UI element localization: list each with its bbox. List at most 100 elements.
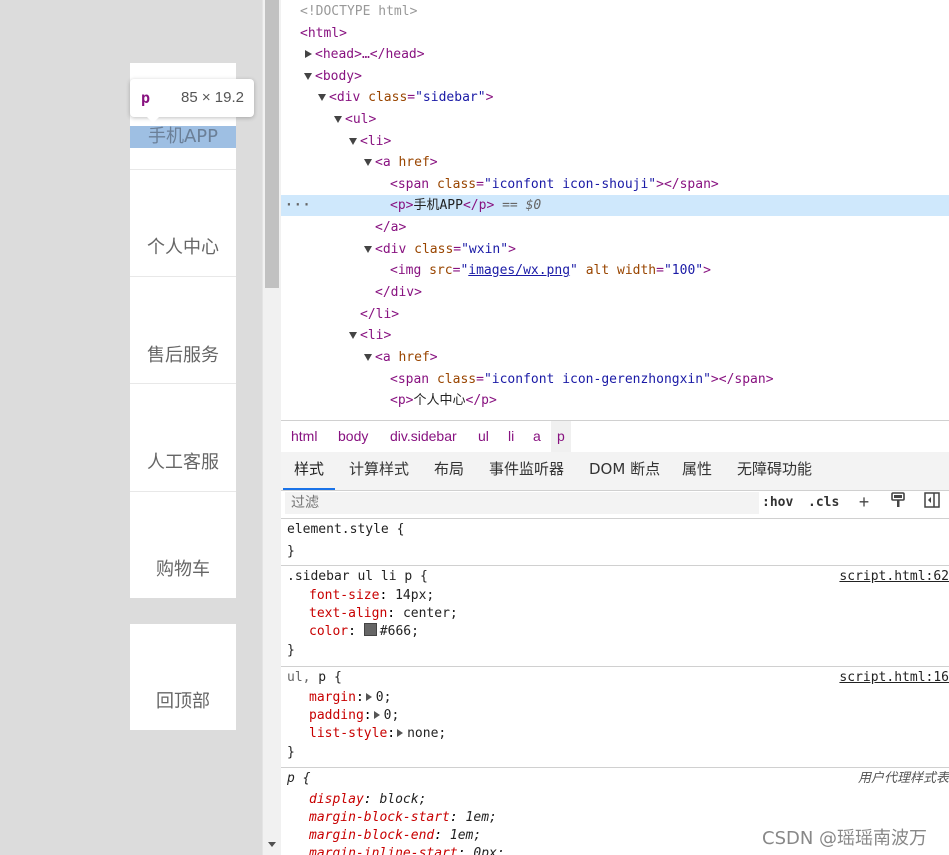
rule-element-style[interactable]: element.style { }	[281, 519, 949, 566]
tree-node-img[interactable]: <img src="images/wx.png" alt width="100"…	[281, 260, 949, 281]
tree-node-a-2[interactable]: <a href>	[281, 347, 949, 368]
tag-text: <a	[375, 155, 399, 170]
sidebar-item-cart[interactable]: 购物车	[130, 492, 236, 598]
prop-name: padding	[309, 708, 364, 723]
hov-toggle-button[interactable]: :hov	[762, 493, 793, 513]
collapse-arrow-icon[interactable]	[364, 354, 372, 361]
tab-accessibility[interactable]: 无障碍功能	[737, 452, 812, 488]
expand-arrow-icon[interactable]	[305, 50, 312, 58]
rule-selector: p {	[287, 771, 311, 786]
styles-pane: element.style { } .sidebar ul li p { scr…	[281, 519, 949, 855]
sidebar-item-personal-center[interactable]: 个人中心	[130, 170, 236, 276]
attr-name: alt	[585, 263, 610, 278]
tree-node-div-sidebar[interactable]: <div class="sidebar">	[281, 87, 949, 108]
preview-scrollbar[interactable]	[262, 0, 281, 855]
tree-node-li-close[interactable]: </li>	[281, 304, 949, 325]
tab-properties[interactable]: 属性	[682, 452, 712, 488]
collapse-arrow-icon[interactable]	[334, 116, 342, 123]
rule-sidebar-ul-li-p[interactable]: .sidebar ul li p { script.html:62 font-s…	[281, 566, 949, 667]
tree-node-li-2[interactable]: <li>	[281, 325, 949, 346]
more-options-icon[interactable]: ···	[285, 195, 311, 216]
tree-node-a[interactable]: <a href>	[281, 152, 949, 173]
css-declaration[interactable]: padding: 0;	[309, 707, 399, 725]
attr-value: "iconfont icon-shouji"	[483, 177, 657, 192]
breadcrumb-item-ul[interactable]: ul	[478, 421, 489, 452]
tab-computed[interactable]: 计算样式	[349, 452, 409, 488]
new-style-rule-plus-icon[interactable]: +	[854, 492, 874, 512]
tree-node-div-close[interactable]: </div>	[281, 282, 949, 303]
tab-layout[interactable]: 布局	[434, 452, 464, 488]
sidebar-item-customer-service[interactable]: 人工客服	[130, 384, 236, 491]
collapse-arrow-icon[interactable]	[349, 332, 357, 339]
toggle-sidebar-icon[interactable]	[922, 492, 942, 512]
breadcrumb-item-li[interactable]: li	[508, 421, 514, 452]
filter-input[interactable]	[285, 492, 759, 514]
breadcrumb-item-a[interactable]: a	[533, 421, 541, 452]
tab-dom-breakpoints[interactable]: DOM 断点	[589, 452, 660, 488]
prop-value: block;	[379, 792, 427, 807]
colon: :	[363, 792, 380, 807]
collapse-arrow-icon[interactable]	[318, 94, 326, 101]
tab-event-listeners[interactable]: 事件监听器	[489, 452, 564, 488]
prop-name: display	[309, 792, 364, 807]
sidebar-item-after-sales[interactable]: 售后服务	[130, 277, 236, 383]
css-declaration[interactable]: text-align: center;	[309, 605, 458, 623]
breadcrumb-item-div-sidebar[interactable]: div.sidebar	[390, 421, 457, 452]
tab-styles[interactable]: 样式	[283, 452, 336, 490]
rule-source-link[interactable]: script.html:16	[839, 669, 949, 687]
breadcrumb-item-p[interactable]: p	[551, 421, 571, 452]
tree-node-p-2[interactable]: <p>个人中心</p>	[281, 390, 949, 411]
collapse-arrow-icon[interactable]	[304, 73, 312, 80]
rule-source-link[interactable]: script.html:62	[839, 568, 949, 586]
expand-shorthand-icon[interactable]	[365, 693, 372, 701]
tree-node-head[interactable]: <head>…</head>	[281, 44, 949, 65]
tree-node-span-shouji[interactable]: <span class="iconfont icon-shouji"></spa…	[281, 174, 949, 195]
img-src-link[interactable]: images/wx.png	[468, 263, 570, 278]
doctype-text: <!DOCTYPE html>	[300, 4, 418, 19]
back-to-top-button[interactable]: 回顶部	[130, 624, 236, 730]
css-declaration[interactable]: color: #666;	[309, 623, 419, 641]
rule-selector-line: ul, p {	[287, 669, 342, 687]
tree-node-a-close[interactable]: </a>	[281, 217, 949, 238]
attr-eq: =	[656, 263, 664, 278]
paint-brush-icon[interactable]	[888, 492, 908, 512]
tree-node-body[interactable]: <body>	[281, 66, 949, 87]
tree-node-html[interactable]: <html>	[281, 23, 949, 44]
attr-name: width	[617, 263, 657, 278]
css-declaration[interactable]: margin: 0;	[309, 689, 391, 707]
expand-shorthand-icon[interactable]	[373, 711, 380, 719]
prop-value: none;	[407, 726, 447, 741]
tree-node-span-gerenzhongxin[interactable]: <span class="iconfont icon-gerenzhongxin…	[281, 369, 949, 390]
tooltip-tag: p	[141, 89, 151, 107]
collapse-arrow-icon[interactable]	[364, 246, 372, 253]
collapse-arrow-icon[interactable]	[364, 159, 372, 166]
collapse-arrow-icon[interactable]	[349, 138, 357, 145]
colon: :	[387, 606, 403, 621]
color-swatch-icon[interactable]	[363, 623, 377, 636]
breadcrumb-item-body[interactable]: body	[338, 421, 368, 452]
css-declaration[interactable]: list-style: none;	[309, 725, 446, 743]
tag-close: </p>	[462, 198, 495, 213]
expand-shorthand-icon[interactable]	[397, 729, 404, 737]
cls-toggle-button[interactable]: .cls	[808, 493, 839, 513]
tree-node-ul[interactable]: <ul>	[281, 109, 949, 130]
tag-end: >	[703, 263, 711, 278]
attr-eq: =	[453, 242, 462, 257]
tag-text: <head>…</head>	[315, 47, 425, 62]
tree-node-doctype[interactable]: <!DOCTYPE html>	[281, 1, 949, 22]
quote: "	[570, 263, 578, 278]
breadcrumb-item-html[interactable]: html	[291, 421, 317, 452]
tree-node-div-wxin[interactable]: <div class="wxin">	[281, 239, 949, 260]
css-declaration[interactable]: font-size: 14px;	[309, 587, 434, 605]
attr-value: "sidebar"	[415, 90, 486, 105]
tree-node-li[interactable]: <li>	[281, 131, 949, 152]
tree-node-p-selected[interactable]: ··· <p>手机APP</p> == $0	[281, 195, 949, 216]
prop-name: margin	[309, 690, 356, 705]
prop-name: margin-block-start	[309, 810, 450, 825]
attr-name: href	[398, 350, 430, 365]
tag-text: </div>	[375, 285, 422, 300]
attr-value: "iconfont icon-gerenzhongxin"	[483, 372, 711, 387]
scroll-down-arrow-icon[interactable]	[268, 842, 276, 847]
rule-ul-p[interactable]: ul, p { script.html:16 margin: 0; padding…	[281, 667, 949, 768]
scrollbar-thumb[interactable]	[265, 0, 279, 288]
